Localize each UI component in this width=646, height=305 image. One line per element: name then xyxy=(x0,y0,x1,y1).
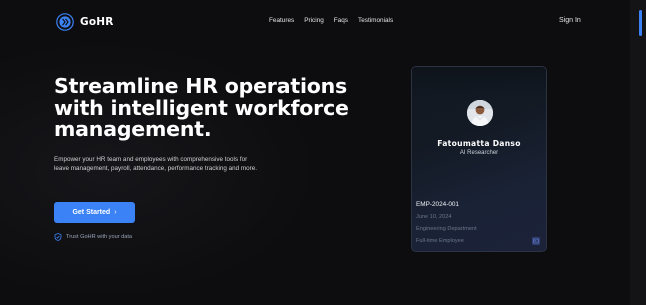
chevron-right-icon: › xyxy=(114,209,117,216)
scrollbar-thumb[interactable] xyxy=(639,10,642,36)
trust-note: Trust GoHR with your data xyxy=(54,233,132,241)
employee-join-date: June 10, 2024 xyxy=(416,214,452,220)
trust-text: Trust GoHR with your data xyxy=(66,234,133,240)
nav-link-testimonials[interactable]: Testimonials xyxy=(358,17,393,24)
get-started-label: Get Started xyxy=(72,209,111,216)
gohr-logo-icon xyxy=(56,13,74,31)
nav-link-faqs[interactable]: Faqs xyxy=(334,17,348,24)
employee-department: Engineering Department xyxy=(416,226,477,232)
hero-headline: Streamline HR operations with intelligen… xyxy=(54,74,349,141)
top-navigation: GoHR Features Pricing Faqs Testimonials … xyxy=(0,0,630,44)
nav-link-features[interactable]: Features xyxy=(269,17,294,24)
landing-page: GoHR Features Pricing Faqs Testimonials … xyxy=(0,0,630,305)
nav-links: Features Pricing Faqs Testimonials xyxy=(269,17,393,24)
get-started-button[interactable]: Get Started › xyxy=(54,202,135,223)
employee-role: AI Researcher xyxy=(459,150,499,156)
page-scrollbar[interactable] xyxy=(630,0,646,305)
employee-type: Full-time Employee xyxy=(416,238,464,244)
employee-id-card: Fatoumatta Danso AI Researcher EMP-2024-… xyxy=(411,66,547,252)
user-photo-icon xyxy=(467,100,493,126)
brand-name: GoHR xyxy=(80,16,114,28)
employee-name: Fatoumatta Danso xyxy=(437,139,521,148)
id-badge-icon xyxy=(532,237,540,245)
employee-avatar xyxy=(467,100,493,126)
nav-link-pricing[interactable]: Pricing xyxy=(304,17,324,24)
shield-check-icon xyxy=(54,233,62,241)
sign-in-link[interactable]: Sign In xyxy=(559,17,581,24)
hero-subheadline: Empower your HR team and employees with … xyxy=(54,156,258,172)
employee-id: EMP-2024-001 xyxy=(416,201,459,208)
brand-logo[interactable]: GoHR xyxy=(56,13,114,31)
